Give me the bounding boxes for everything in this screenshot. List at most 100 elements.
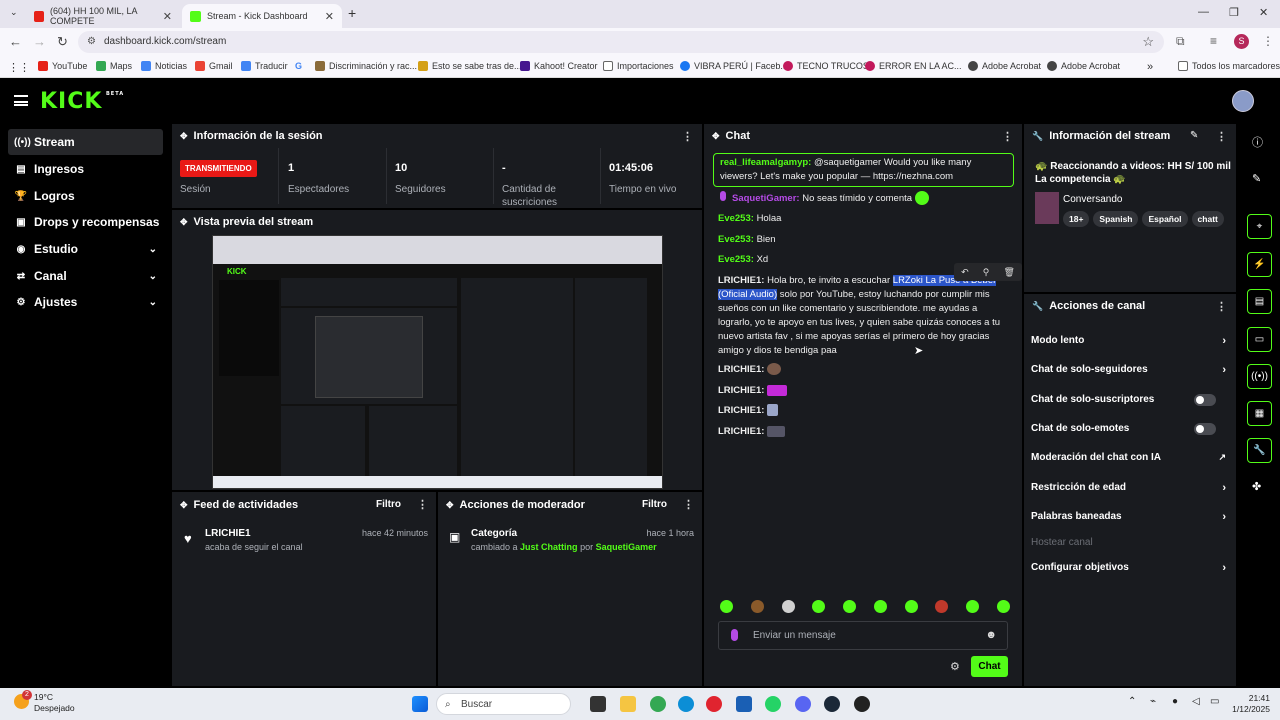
stream-category[interactable]: Conversando [1063,194,1122,205]
emote-icon[interactable] [781,600,795,613]
chat-settings-icon[interactable]: ⚙ [950,660,960,673]
bookmark-tecno-trucos[interactable]: TECNO TRUCOS [783,61,869,71]
edge-icon[interactable] [678,696,694,712]
close-window-icon[interactable]: ✕ [1259,6,1268,19]
emote-icon[interactable] [996,600,1010,613]
bookmark-error-en-la[interactable]: ERROR EN LA AC... [865,61,962,71]
bookmark-all[interactable]: Todos los marcadores [1178,61,1280,71]
close-tab-icon[interactable]: ✕ [325,10,334,23]
emote-icon[interactable] [720,600,733,613]
chat-username[interactable]: LRICHIE1: [718,405,764,416]
bookmark-importaciones[interactable]: Importaciones [603,61,674,71]
user-avatar[interactable] [1232,90,1254,112]
edit-icon[interactable]: ✎ [1190,130,1198,141]
wrench-icon[interactable]: 🔧 [1247,438,1272,463]
configure-goals-option[interactable]: Configurar objetivos › [1031,562,1226,574]
browser-tab-kick[interactable]: Stream - Kick Dashboard ✕ [182,4,342,28]
discord-icon[interactable] [795,696,811,712]
clipboard-icon[interactable]: ▤ [1247,289,1272,314]
emotes-only-toggle[interactable] [1194,423,1216,435]
activity-user[interactable]: LRICHIE1 [205,528,251,539]
minimize-icon[interactable]: — [1198,6,1209,18]
delete-icon[interactable]: 🗑 [1003,267,1014,278]
sidebar-item-canal[interactable]: ⇄ Canal ⌄ [8,263,163,289]
sidebar-item-logros[interactable]: 🏆 Logros [8,183,163,209]
ai-moderation-option[interactable]: Moderación del chat con IA ↗ [1031,452,1226,463]
chrome-icon[interactable] [650,696,666,712]
obs-icon[interactable] [854,696,870,712]
browser-profile-avatar[interactable]: S [1234,34,1249,49]
chat-username[interactable]: LRICHIE1: [718,385,764,396]
close-tab-icon[interactable]: ✕ [163,10,172,23]
extensions-icon[interactable]: ⧉ [1176,34,1185,49]
taskbar-clock[interactable]: 21:41 1/12/2025 [1228,693,1270,715]
task-view-icon[interactable] [590,696,606,712]
emote-icon[interactable] [750,600,764,613]
send-chat-button[interactable]: Chat [971,656,1008,677]
emote-icon[interactable] [935,600,949,613]
apps-icon[interactable]: ⋮⋮ [8,61,30,74]
emoji-picker-icon[interactable]: ☻ [985,622,997,649]
age-restriction-option[interactable]: Restricción de edad › [1031,482,1226,494]
bookmark-vibra-peru[interactable]: VIBRA PERÚ | Faceb... [680,61,788,71]
reply-icon[interactable]: ↶ [961,267,969,278]
opera-icon[interactable] [706,696,722,712]
browser-menu-icon[interactable]: ⋮ [1262,34,1274,48]
taskbar-search[interactable]: ⌕ Buscar [436,693,571,715]
tag-badge[interactable]: Spanish [1093,211,1139,227]
chat-message-input[interactable]: Enviar un mensaje ☻ [718,621,1008,650]
kick-logo[interactable]: KICK BETA [40,89,123,114]
pinned-message[interactable]: real_lifeamalgamyp: @saquetigamer Would … [713,153,1014,187]
more-bookmarks-icon[interactable]: » [1147,61,1153,73]
slow-mode-option[interactable]: Modo lento › [1031,335,1226,347]
capture-icon[interactable]: ⌖ [1247,214,1272,239]
reload-icon[interactable]: ↻ [57,34,68,50]
bookmark-traducir[interactable]: Traducir [241,61,288,71]
broadcast-icon[interactable]: ((•)) [1247,364,1272,389]
tab-list-icon[interactable]: ⌄ [10,7,18,18]
emote-icon[interactable] [966,600,980,613]
more-options-icon[interactable]: ⋮ [1216,130,1227,143]
menu-icon[interactable] [14,95,28,106]
chat-username[interactable]: Eve253: [718,213,754,224]
back-icon[interactable]: ← [9,34,22,49]
weather-widget[interactable]: 2 19°C Despejado [14,690,75,714]
bookmark-adobe-2[interactable]: Adobe Acrobat [1047,61,1120,71]
chat-username[interactable]: LRICHIE1: [718,426,764,437]
edit-icon[interactable]: ✎ [1252,172,1261,185]
emote-icon[interactable] [812,600,826,613]
filter-button[interactable]: Filtro [376,499,401,510]
subscribers-only-toggle[interactable] [1194,394,1216,406]
bookmark-kahoot[interactable]: Kahoot! Creator [520,61,598,71]
stream-preview-video[interactable]: KICK [212,235,663,489]
pin-icon[interactable]: ⚲ [983,267,990,278]
bookmark-esto-se-sabe[interactable]: Esto se sabe tras de... [418,61,522,71]
more-options-icon[interactable]: ⋮ [417,498,428,511]
battery-icon[interactable]: ▭ [1210,696,1219,707]
microphone-icon[interactable]: ● [1172,696,1178,707]
chat-username[interactable]: real_lifeamalgamyp: [720,157,811,168]
tray-chevron-icon[interactable]: ⌃ [1128,696,1136,707]
chat-username[interactable]: LRICHIE1: [718,364,764,375]
banned-words-option[interactable]: Palabras baneadas › [1031,511,1226,523]
bookmark-maps[interactable]: Maps [96,61,132,71]
tag-badge[interactable]: 18+ [1063,211,1090,227]
bookmark-adobe-1[interactable]: Adobe Acrobat [968,61,1041,71]
bookmark-star-icon[interactable]: ☆ [1142,31,1154,53]
tag-badge[interactable]: Español [1142,211,1188,227]
reading-list-icon[interactable]: ≡ [1210,34,1217,48]
more-options-icon[interactable]: ⋮ [1002,130,1013,143]
whatsapp-icon[interactable] [765,696,781,712]
filter-button[interactable]: Filtro [642,499,667,510]
store-icon[interactable] [736,696,752,712]
bookmark-noticias[interactable]: Noticias [141,61,187,71]
chat-username[interactable]: SaquetiGamer: [732,193,800,204]
followers-only-option[interactable]: Chat de solo-seguidores › [1031,364,1226,376]
more-options-icon[interactable]: ⋮ [682,130,693,143]
file-explorer-icon[interactable] [620,696,636,712]
chat-username[interactable]: Eve253: [718,254,754,265]
network-icon[interactable]: ⌁ [1150,696,1156,707]
sidebar-item-ajustes[interactable]: ⚙ Ajustes ⌄ [8,289,163,315]
more-options-icon[interactable]: ⋮ [1216,300,1227,313]
forward-icon[interactable]: → [33,34,46,49]
